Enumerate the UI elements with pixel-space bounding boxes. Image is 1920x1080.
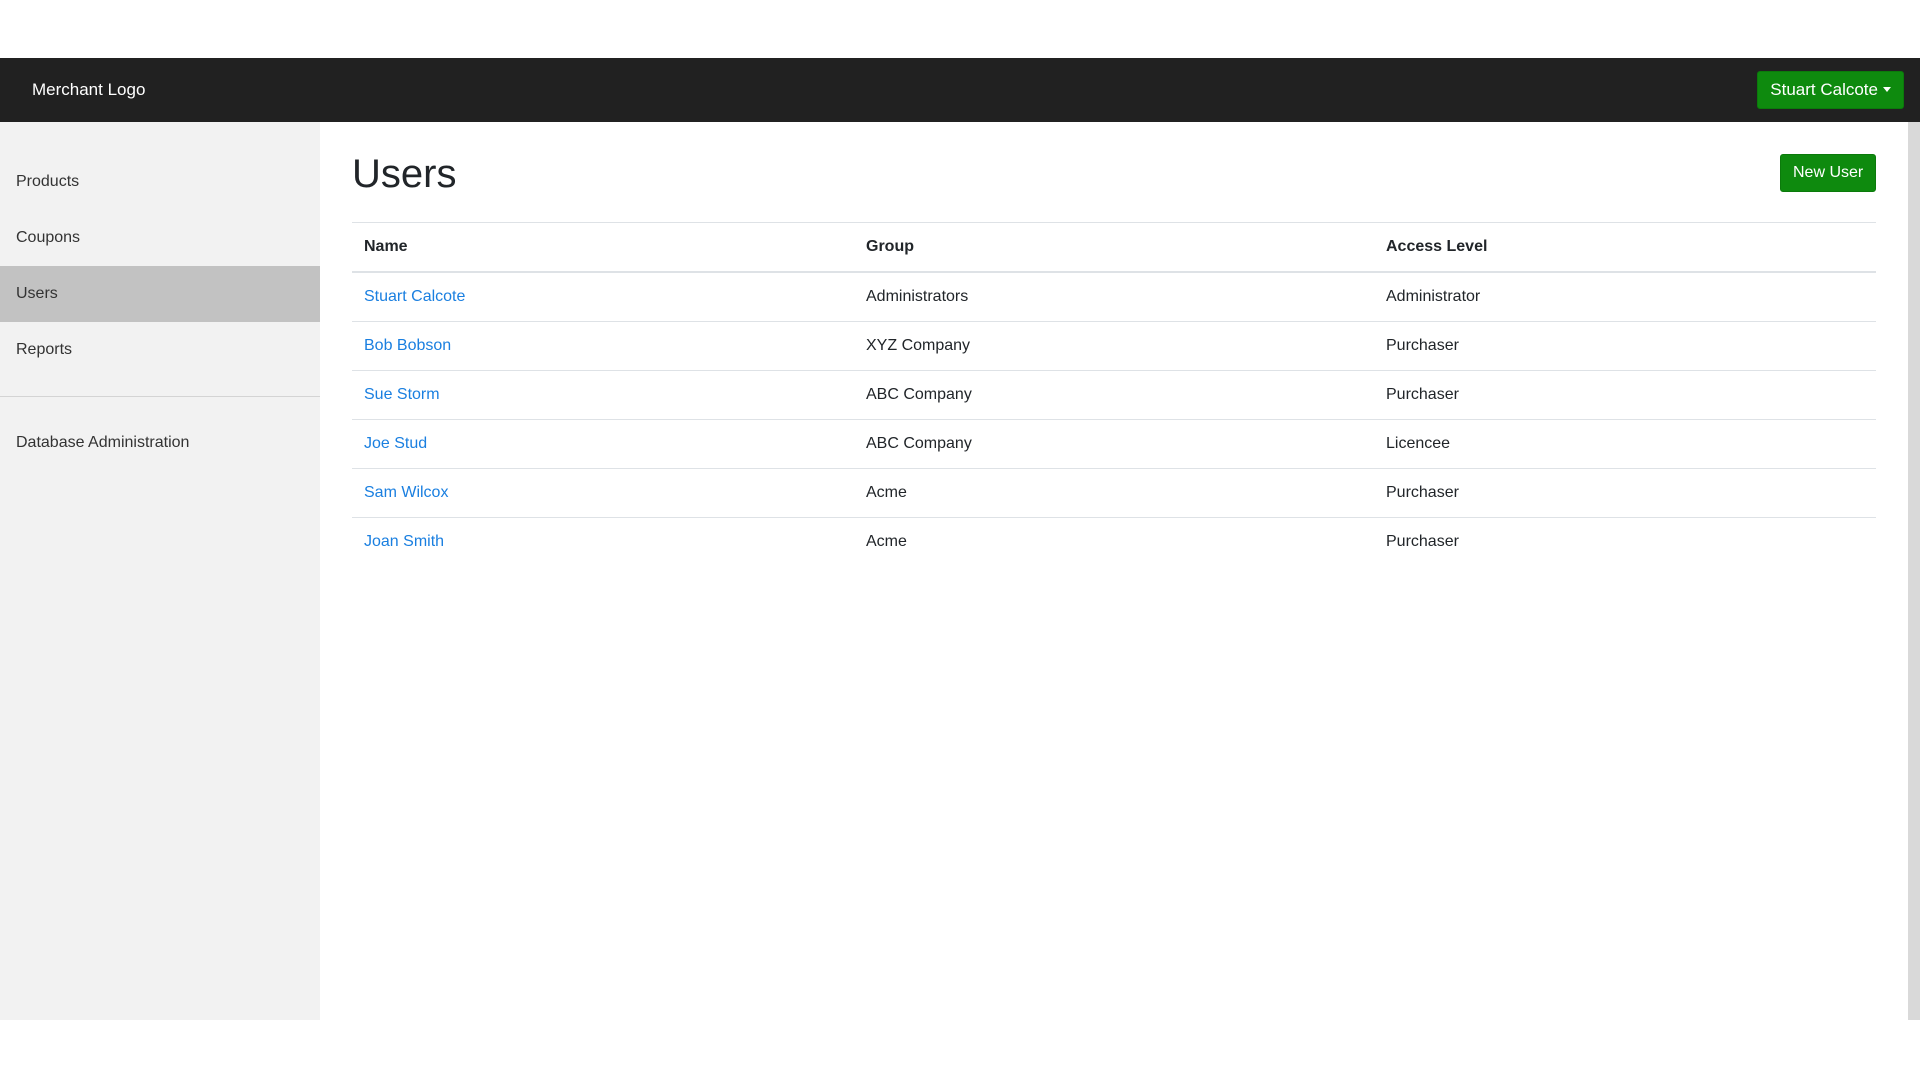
user-access-cell: Administrator xyxy=(1374,272,1876,322)
merchant-logo[interactable]: Merchant Logo xyxy=(32,58,145,122)
caret-down-icon xyxy=(1883,86,1891,92)
user-group-cell: Administrators xyxy=(854,272,1374,322)
user-name-cell: Joan Smith xyxy=(352,518,854,567)
user-menu-label: Stuart Calcote xyxy=(1770,80,1878,99)
sidebar-item-coupons[interactable]: Coupons xyxy=(0,210,320,266)
user-link[interactable]: Bob Bobson xyxy=(364,337,451,354)
user-group-cell: ABC Company xyxy=(854,370,1374,420)
top-navbar: Merchant Logo Stuart Calcote xyxy=(0,58,1920,122)
table-row: Bob Bobson XYZ Company Purchaser xyxy=(352,321,1876,371)
user-access-cell: Purchaser xyxy=(1386,533,1459,550)
user-access-cell: Purchaser xyxy=(1374,468,1876,518)
column-header-name[interactable]: Name xyxy=(352,222,854,273)
user-access-cell: Purchaser xyxy=(1374,370,1876,420)
sidebar-item-database-administration[interactable]: Database Administration xyxy=(0,415,320,471)
table-row: Stuart Calcote Administrators Administra… xyxy=(352,272,1876,322)
user-name-cell: Bob Bobson xyxy=(352,321,854,371)
user-name-cell: Sue Storm xyxy=(352,370,854,420)
user-link[interactable]: Joe Stud xyxy=(364,435,427,452)
main-content: Users New User Name Group Access Level S… xyxy=(320,122,1906,1020)
sidebar-item-users[interactable]: Users xyxy=(0,266,320,322)
user-link[interactable]: Joan Smith xyxy=(364,533,444,550)
column-header-group[interactable]: Group xyxy=(854,222,1374,273)
user-name-cell: Stuart Calcote xyxy=(352,272,854,322)
column-header-access-level[interactable]: Access Level xyxy=(1374,222,1876,273)
sidebar-item-products[interactable]: Products xyxy=(0,154,320,210)
vertical-scrollbar[interactable] xyxy=(1908,122,1920,1020)
user-group-cell: ABC Company xyxy=(854,419,1374,469)
user-access-cell: Licencee xyxy=(1374,419,1876,469)
new-user-button[interactable]: New User xyxy=(1780,154,1877,192)
sidebar-nav: Products Coupons Users Reports xyxy=(0,154,320,378)
table-row: Sue Storm ABC Company Purchaser xyxy=(352,370,1876,420)
user-group-cell: Acme xyxy=(854,468,1374,518)
user-link[interactable]: Stuart Calcote xyxy=(364,288,465,305)
sidebar-item-reports[interactable]: Reports xyxy=(0,322,320,378)
user-name-cell: Joe Stud xyxy=(352,419,854,469)
user-access-cell: Purchaser xyxy=(1374,321,1876,371)
table-row: Joe Stud ABC Company Licencee xyxy=(352,419,1876,469)
sidebar-divider xyxy=(0,396,320,397)
user-group-cell: Acme xyxy=(866,533,907,550)
user-link[interactable]: Sam Wilcox xyxy=(364,484,448,501)
user-menu-dropdown[interactable]: Stuart Calcote xyxy=(1757,71,1904,109)
users-table: Name Group Access Level Stuart Calcote A… xyxy=(352,222,1876,566)
table-header-row: Name Group Access Level xyxy=(352,222,1876,273)
user-link[interactable]: Sue Storm xyxy=(364,386,440,403)
user-name-cell: Sam Wilcox xyxy=(352,468,854,518)
sidebar: Products Coupons Users Reports Database … xyxy=(0,122,320,1020)
page-title: Users xyxy=(352,152,457,196)
table-row: Joan Smith Acme Purchaser xyxy=(352,518,1876,567)
user-group-cell: XYZ Company xyxy=(854,321,1374,371)
table-row: Sam Wilcox Acme Purchaser xyxy=(352,468,1876,518)
